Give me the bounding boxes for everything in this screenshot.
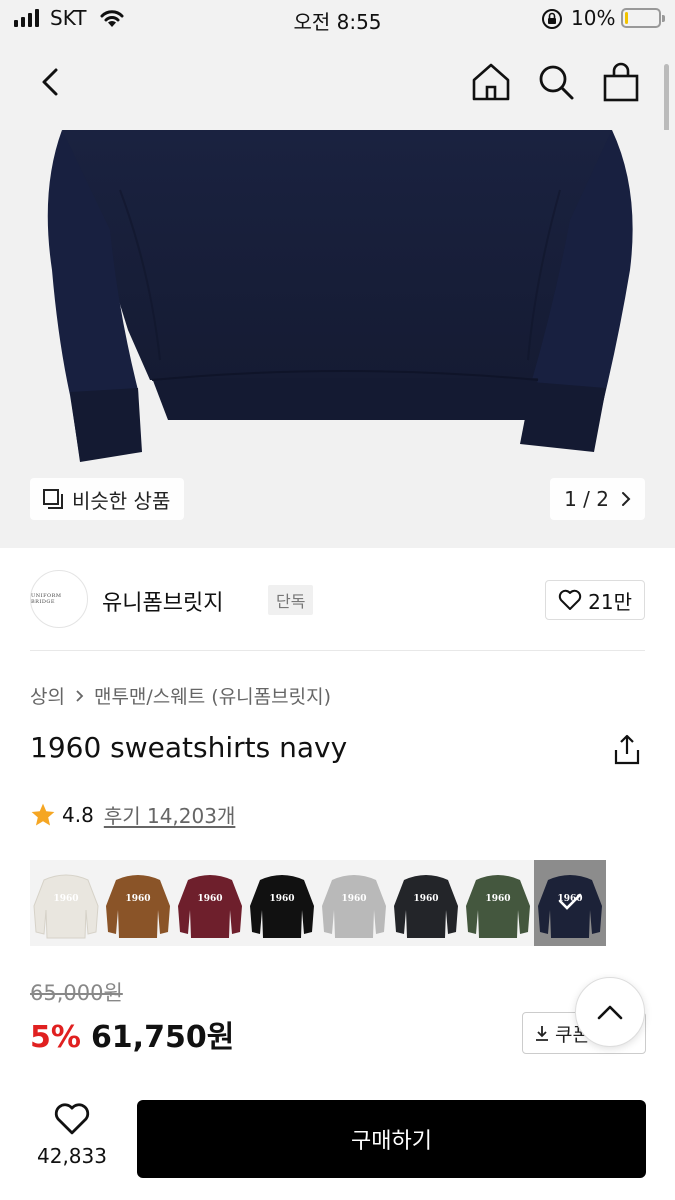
sweatshirt-thumbnail: 1960 [322, 875, 386, 938]
sweatshirt-thumbnail: 1960 [394, 875, 458, 938]
rating-score: 4.8 [62, 802, 94, 827]
status-bar: SKT 오전 8:55 10% [0, 0, 675, 40]
sale-price: 61,750원 [90, 1020, 235, 1055]
download-icon [536, 1026, 548, 1041]
buy-button[interactable]: 구매하기 [137, 1100, 646, 1178]
brand-name[interactable]: 유니폼브릿지 [102, 585, 223, 617]
chevron-right-icon [622, 492, 631, 506]
color-swatch[interactable]: 1960 [390, 860, 462, 946]
wishlist-count: 42,833 [37, 1144, 107, 1168]
brand-row: UNIFORM BRIDGE 유니폼브릿지 단독 21만 [30, 566, 645, 632]
sale-price-row: 5% 61,750원 [30, 1012, 234, 1056]
swatch-print-label: 1960 [53, 894, 78, 904]
color-swatches: 1960 1960 1960 1960 1960 1960 1960 1960 [30, 860, 606, 946]
product-title: 1960 sweatshirts navy [30, 731, 348, 764]
similar-products-button[interactable]: 비슷한 상품 [30, 478, 185, 520]
check-icon [558, 893, 582, 910]
brand-like-button[interactable]: 21만 [545, 580, 645, 620]
swatch-print-label: 1960 [269, 894, 294, 904]
scroll-to-top-button[interactable] [575, 977, 645, 1047]
rating-row: 4.8 후기 14,203개 [30, 800, 235, 829]
swatch-print-label: 1960 [197, 894, 222, 904]
product-image[interactable]: 비슷한 상품 1 / 2 [0, 130, 675, 548]
wishlist-button[interactable]: 42,833 [30, 1102, 114, 1168]
sweatshirt-thumbnail: 1960 [178, 875, 242, 938]
swatch-print-label: 1960 [341, 894, 366, 904]
discount-rate: 5% [30, 1020, 81, 1055]
original-price: 65,000원 [30, 981, 123, 1005]
color-swatch[interactable]: 1960 [102, 860, 174, 946]
sweatshirt-thumbnail: 1960 [106, 875, 170, 938]
swatch-print-label: 1960 [485, 894, 510, 904]
pager-label: 1 / 2 [564, 487, 609, 511]
heart-icon [558, 589, 582, 610]
brand-like-count: 21만 [588, 589, 632, 614]
battery-icon [621, 8, 665, 28]
share-icon[interactable] [613, 734, 641, 766]
sweatshirt-thumbnail: 1960 [466, 875, 530, 938]
swatch-print-label: 1960 [125, 894, 150, 904]
breadcrumb: 상의 맨투맨/스웨트 (유니폼브릿지) [30, 682, 331, 709]
shopping-bag-icon[interactable] [599, 60, 643, 104]
breadcrumb-subcategory[interactable]: 맨투맨/스웨트 (유니폼브릿지) [94, 682, 331, 709]
heart-icon [54, 1103, 90, 1135]
top-nav [0, 40, 675, 130]
battery-percent: 10% [571, 6, 616, 30]
divider [30, 650, 645, 651]
swatch-print-label: 1960 [413, 894, 438, 904]
scrollbar[interactable] [664, 64, 669, 132]
exclusive-badge: 단독 [268, 585, 314, 615]
copy-icon [43, 489, 63, 509]
brand-logo[interactable]: UNIFORM BRIDGE [30, 570, 88, 628]
breadcrumb-category[interactable]: 상의 [30, 682, 65, 709]
color-swatch[interactable]: 1960 [174, 860, 246, 946]
similar-products-label: 비슷한 상품 [72, 488, 171, 513]
color-swatch[interactable]: 1960 [462, 860, 534, 946]
sweatshirt-thumbnail: 1960 [33, 874, 99, 939]
image-pager[interactable]: 1 / 2 [550, 478, 645, 520]
rotation-lock-icon [542, 9, 562, 29]
chevron-up-icon [597, 1005, 623, 1020]
star-icon [31, 803, 55, 826]
color-swatch[interactable]: 1960 [246, 860, 318, 946]
color-swatch[interactable]: 1960 [30, 860, 102, 946]
color-swatch[interactable]: 1960 [534, 860, 606, 946]
chevron-right-icon [76, 689, 84, 702]
sweatshirt-thumbnail: 1960 [250, 875, 314, 938]
color-swatch[interactable]: 1960 [318, 860, 390, 946]
home-icon[interactable] [469, 60, 513, 104]
back-icon[interactable] [34, 62, 70, 102]
bottom-bar: 42,833 구매하기 [0, 1080, 675, 1200]
search-icon[interactable] [534, 60, 578, 104]
review-count-link[interactable]: 후기 14,203개 [104, 800, 236, 829]
